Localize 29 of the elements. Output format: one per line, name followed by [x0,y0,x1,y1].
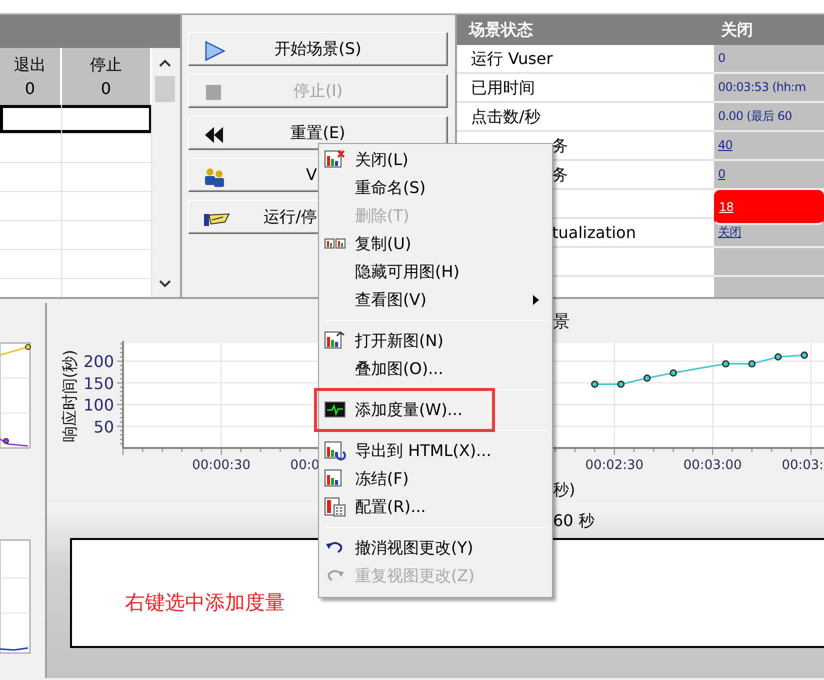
panel-title: 场景状态 [468,20,534,40]
tick-label: 100 [83,396,114,415]
status-value: 00:03:53 (hh:m [718,80,806,95]
annotation-text: 右键选中添加度量 [125,590,285,614]
column-title: 停止 [90,55,122,74]
axis-title: 响应时间(秒) [60,350,79,442]
status-label: 务 [552,164,568,184]
status-value: 关闭 [720,20,753,40]
tick-label: 00:02:30 [585,458,644,473]
status-value: 0.00 (最后 60 [718,109,792,124]
status-label: 运行 Vuser [471,48,553,68]
tick-label: 00:03: [782,458,824,473]
column-count: 0 [100,78,112,98]
tick-label: 200 [83,352,114,372]
panel-caption: 60 秒 [553,510,594,530]
axis-title: 秒) [553,480,576,499]
tick-label: 00:03:00 [683,458,742,473]
status-label: 务 [552,136,568,156]
column-count: 0 [24,78,36,98]
chart-title: 景 [553,312,570,332]
tick-label: 00:0 [290,458,320,473]
tick-label: 150 [83,374,114,393]
status-value: 0 [718,51,726,66]
tick-label: 50 [94,417,114,436]
column-title: 退出 [14,55,46,74]
status-label: 点击数/秒 [471,106,540,126]
status-label: 已用时间 [471,78,535,98]
tick-label: 00:00:30 [192,458,250,473]
status-label: tualization [552,222,636,242]
